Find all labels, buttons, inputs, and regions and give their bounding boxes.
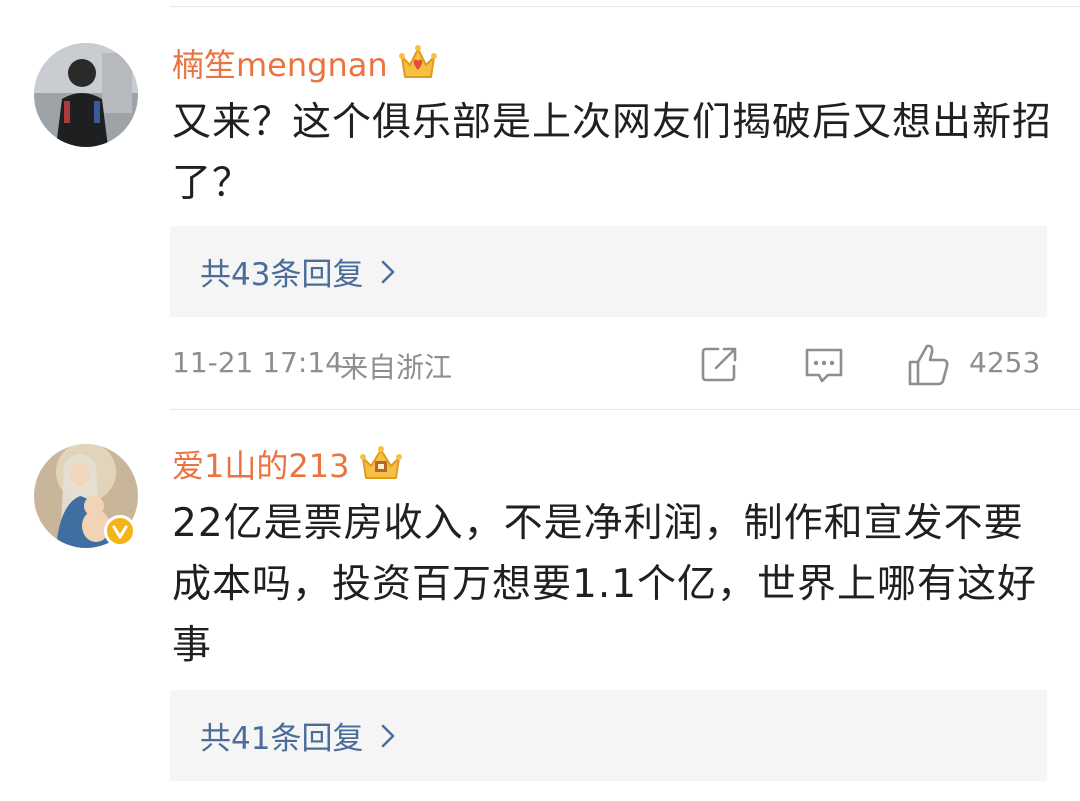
comment-text: 又来？这个俱乐部是上次网友们揭破后又想出新招了？ (172, 100, 1053, 206)
divider (170, 6, 1080, 7)
replies-label: 共43条回复 (200, 257, 364, 293)
like-count: 4253 (969, 346, 1041, 379)
avatar[interactable] (34, 43, 138, 147)
like-button[interactable] (906, 342, 952, 392)
username[interactable]: 楠笙mengnan (172, 40, 388, 86)
crown-icon (398, 45, 437, 78)
chevron-right-icon (382, 260, 395, 283)
comment-location: 来自浙江 (340, 351, 453, 384)
user-row: 楠笙mengnan (172, 38, 438, 88)
comment-time: 11-21 17:14 (172, 346, 343, 379)
verified-icon (104, 515, 136, 547)
comment-icon (805, 348, 843, 383)
crown-icon (360, 446, 403, 479)
replies-button[interactable]: 共41条回复 (170, 690, 1047, 781)
user-row: 爱1山的213 (172, 439, 403, 489)
chevron-right-icon (382, 724, 395, 747)
replies-button[interactable]: 共43条回复 (170, 226, 1047, 317)
share-button[interactable] (698, 342, 742, 390)
divider (170, 409, 1080, 410)
comment-button[interactable] (802, 342, 846, 390)
comment-meta: 11-21 17:14 来自浙江 4253 (172, 340, 1048, 390)
share-icon (701, 347, 737, 382)
comment-text: 22亿是票房收入，不是净利润，制作和宣发不要成本吗，投资百万想要1.1个亿，世界… (172, 501, 1038, 668)
replies-label: 共41条回复 (200, 721, 364, 757)
username[interactable]: 爱1山的213 (172, 441, 349, 487)
like-icon (908, 344, 949, 386)
comment-feed: 楠笙mengnan 又来？这个俱乐部是上次网友们揭破后又想出新招了？ 共43条回… (0, 0, 1080, 801)
